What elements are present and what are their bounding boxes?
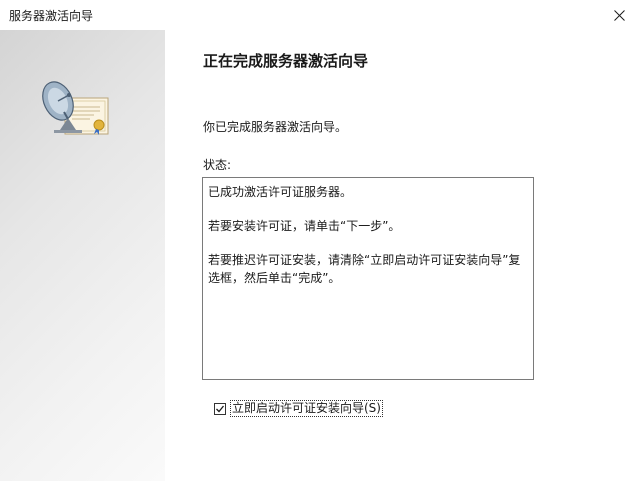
status-label: 状态: (203, 158, 232, 172)
start-install-wizard-checkbox-row[interactable]: 立即启动许可证安装向导(S) (214, 400, 383, 417)
status-line-3: 若要推迟许可证安装，请清除“立即启动许可证安装向导”复选框，然后单击“完成”。 (208, 253, 521, 285)
close-button[interactable] (596, 0, 642, 30)
status-textbox[interactable]: 已成功激活许可证服务器。 若要安装许可证，请单击“下一步”。 若要推迟许可证安装… (202, 177, 534, 380)
close-icon (613, 9, 625, 21)
title-bar: 服务器激活向导 (0, 0, 642, 30)
start-install-wizard-label[interactable]: 立即启动许可证安装向导(S) (230, 400, 383, 417)
wizard-heading: 正在完成服务器激活向导 (203, 52, 369, 70)
checkmark-icon (216, 405, 225, 412)
intro-text: 你已完成服务器激活向导。 (203, 120, 348, 134)
status-line-1: 已成功激活许可证服务器。 (208, 185, 353, 199)
start-install-wizard-checkbox[interactable] (214, 402, 226, 415)
wizard-sidebar (0, 30, 165, 481)
satellite-certificate-icon (42, 81, 109, 135)
window-title: 服务器激活向导 (9, 9, 94, 23)
status-line-2: 若要安装许可证，请单击“下一步”。 (208, 219, 401, 233)
